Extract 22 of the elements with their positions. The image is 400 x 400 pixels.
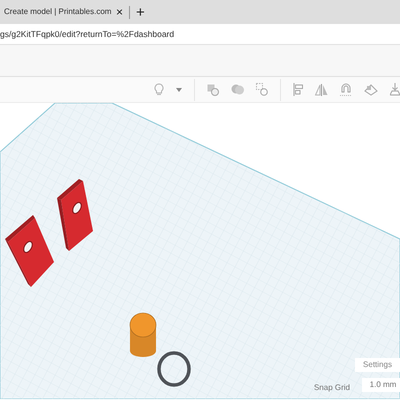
bracket-shape[interactable]	[57, 179, 93, 251]
shapes-icon[interactable]	[231, 84, 244, 95]
workplane-grid[interactable]	[0, 103, 400, 399]
caret-icon[interactable]	[176, 88, 182, 92]
tab-title[interactable]: Create model | Printables.com	[4, 6, 112, 18]
workplane-icon[interactable]	[364, 84, 378, 96]
cylinder-shape[interactable]	[130, 312, 156, 357]
new-tab-button[interactable]: +	[136, 4, 145, 20]
settings-button[interactable]: Settings	[355, 358, 400, 372]
mirror-icon[interactable]	[315, 84, 328, 96]
address-bar[interactable]: gs/g2KitTFqpk0/edit?returnTo=%2Fdashboard	[0, 28, 174, 40]
magnet-icon[interactable]	[340, 83, 352, 96]
align-icon[interactable]	[293, 83, 303, 96]
hole-icon[interactable]	[256, 83, 268, 96]
snap-grid-field[interactable]: 1.0 mm	[362, 378, 400, 392]
ring-shape[interactable]	[157, 351, 191, 387]
lightbulb-icon[interactable]	[154, 82, 164, 96]
snap-grid-label: Snap Grid	[314, 382, 350, 394]
close-tab-button[interactable]: ×	[116, 6, 124, 18]
import-icon[interactable]	[390, 83, 400, 96]
group-icon[interactable]	[207, 84, 219, 96]
bracket-shape[interactable]	[5, 215, 54, 287]
